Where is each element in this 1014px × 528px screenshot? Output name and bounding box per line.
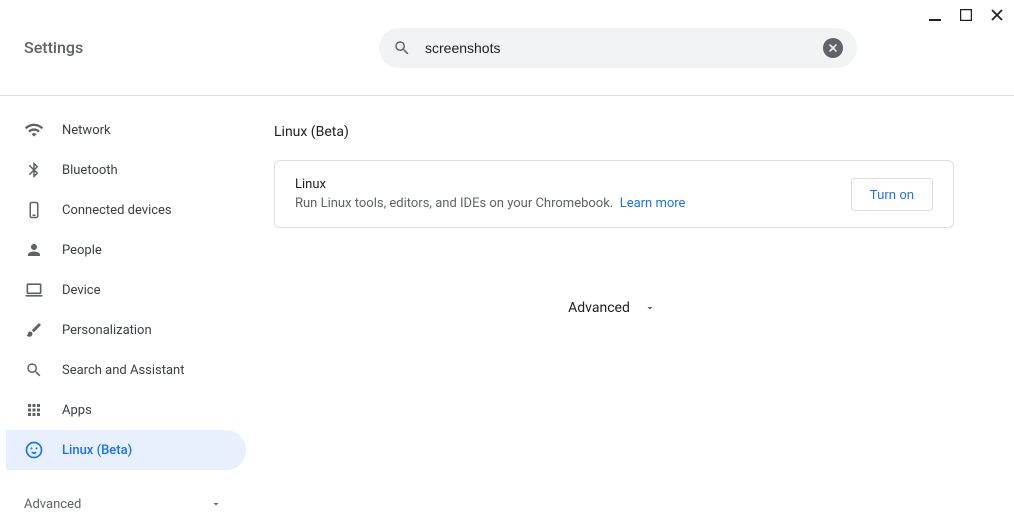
advanced-expand[interactable]: Advanced (210, 300, 1014, 316)
sidebar-item-label: Connected devices (62, 203, 172, 218)
bluetooth-icon (24, 160, 44, 180)
sidebar-item-label: Device (62, 283, 101, 298)
sidebar-advanced-label: Advanced (24, 497, 81, 512)
main-content: Linux (Beta) Linux Run Linux tools, edit… (260, 96, 1014, 501)
apps-icon (24, 400, 44, 420)
sidebar-item-apps[interactable]: Apps (6, 390, 246, 430)
minimize-icon[interactable] (928, 8, 942, 22)
window-controls (928, 8, 1004, 22)
brush-icon (24, 320, 44, 340)
close-icon[interactable] (990, 8, 1004, 22)
laptop-icon (24, 280, 44, 300)
sidebar-item-label: Network (62, 123, 111, 138)
chevron-down-icon (210, 498, 222, 510)
sidebar-item-personalization[interactable]: Personalization (6, 310, 246, 350)
sidebar-item-label: Apps (62, 403, 92, 418)
search-icon (393, 39, 411, 57)
sidebar-item-search-assistant[interactable]: Search and Assistant (6, 350, 246, 390)
advanced-label: Advanced (568, 300, 630, 316)
section-title: Linux (Beta) (274, 124, 1014, 140)
linux-card: Linux Run Linux tools, editors, and IDEs… (274, 160, 954, 228)
card-description: Run Linux tools, editors, and IDEs on yo… (295, 196, 685, 211)
linux-icon (24, 440, 44, 460)
search-icon (24, 360, 44, 380)
card-title: Linux (295, 177, 685, 192)
sidebar-advanced-toggle[interactable]: Advanced (6, 480, 246, 528)
person-icon (24, 240, 44, 260)
sidebar-item-label: Search and Assistant (62, 363, 185, 378)
page-title: Settings (24, 38, 379, 57)
search-box[interactable] (379, 28, 857, 68)
sidebar-item-bluetooth[interactable]: Bluetooth (6, 150, 246, 190)
sidebar-item-linux[interactable]: Linux (Beta) (6, 430, 246, 470)
wifi-icon (24, 120, 44, 140)
turn-on-button[interactable]: Turn on (851, 178, 933, 211)
sidebar-item-connected-devices[interactable]: Connected devices (6, 190, 246, 230)
chevron-down-icon (644, 302, 656, 314)
sidebar: Network Bluetooth Connected devices Peop… (0, 96, 260, 501)
sidebar-item-label: Personalization (62, 323, 152, 338)
clear-search-icon[interactable] (823, 38, 843, 58)
search-input[interactable] (425, 40, 823, 56)
header: Settings (0, 0, 1014, 96)
phone-icon (24, 200, 44, 220)
sidebar-item-network[interactable]: Network (6, 110, 246, 150)
maximize-icon[interactable] (960, 9, 972, 21)
sidebar-item-label: Bluetooth (62, 163, 118, 178)
learn-more-link[interactable]: Learn more (620, 196, 686, 211)
sidebar-item-label: People (62, 243, 102, 258)
sidebar-item-label: Linux (Beta) (62, 443, 132, 458)
sidebar-item-people[interactable]: People (6, 230, 246, 270)
